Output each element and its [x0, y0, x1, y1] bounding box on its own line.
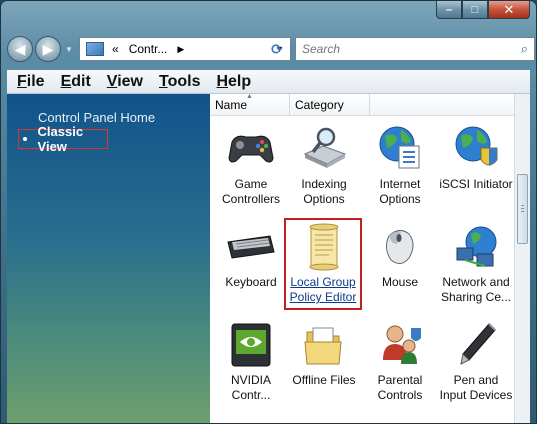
search-box[interactable]: ⌕: [295, 37, 535, 61]
search-icon[interactable]: ⌕: [521, 41, 528, 57]
item-game-controllers[interactable]: Game Controllers: [212, 124, 290, 207]
item-label-line2: Policy Editor: [289, 290, 357, 304]
item-label-line2: Input Devices: [439, 388, 513, 402]
menu-edit[interactable]: Edit: [61, 73, 91, 91]
recent-pages-dropdown[interactable]: ▼: [65, 45, 73, 54]
bullet-icon: [23, 137, 27, 141]
item-label-line1: Indexing: [301, 177, 347, 191]
gamepad-icon: [226, 124, 276, 174]
item-label-line2: Options: [303, 192, 345, 206]
item-pen-input-devices[interactable]: Pen and Input Devices: [437, 320, 515, 403]
maximize-button[interactable]: □: [462, 1, 488, 19]
item-label-line1: Mouse: [381, 275, 419, 289]
item-label-line2: Controllers: [221, 192, 281, 206]
address-arrow-icon[interactable]: ▶: [177, 44, 184, 55]
column-name-label: Name: [215, 98, 248, 112]
item-label-line2: Contr...: [231, 388, 271, 402]
item-label-line1: NVIDIA: [230, 373, 271, 387]
close-button[interactable]: ✕: [488, 1, 530, 19]
search-input[interactable]: [302, 42, 502, 56]
item-internet-options[interactable]: Internet Options: [361, 124, 439, 207]
column-category[interactable]: Category: [290, 94, 370, 116]
thumb-grip: [521, 211, 524, 212]
item-mouse[interactable]: Mouse: [361, 222, 439, 290]
sort-ascending-icon: ▲: [246, 93, 253, 100]
address-chevron[interactable]: «: [112, 42, 119, 56]
back-button[interactable]: ◀: [7, 36, 33, 62]
item-network-sharing-center[interactable]: Network and Sharing Ce...: [437, 222, 515, 305]
item-indexing-options[interactable]: Indexing Options: [285, 124, 363, 207]
keyboard-icon: [226, 222, 276, 272]
item-label-line1: Keyboard: [225, 275, 277, 289]
nvidia-icon: [226, 320, 276, 370]
column-name[interactable]: ▲ Name: [210, 93, 290, 116]
parental-icon: [375, 320, 425, 370]
control-panel-icon: [86, 42, 104, 56]
control-panel-home-link[interactable]: Control Panel Home: [38, 110, 155, 125]
classic-view-label: Classic View: [37, 124, 84, 154]
address-bar[interactable]: « Contr... ▶ ▼: [79, 37, 291, 61]
menu-view[interactable]: View: [107, 73, 143, 91]
indexing-icon: [299, 124, 349, 174]
address-text[interactable]: Contr...: [129, 42, 168, 56]
globe-icon: [375, 124, 425, 174]
column-headers: ▲ Name Category: [210, 93, 514, 116]
forward-button[interactable]: ▶: [35, 36, 61, 62]
mouse-icon: [375, 222, 425, 272]
item-label-line1: Network and: [442, 275, 510, 289]
menu-tools[interactable]: Tools: [159, 73, 200, 91]
folder-icon: [299, 320, 349, 370]
thumb-grip: [521, 205, 524, 206]
item-label-line1: iSCSI Initiator: [439, 177, 513, 191]
vertical-scrollbar[interactable]: [514, 94, 530, 423]
item-label-line2: Options: [379, 192, 421, 206]
item-parental-controls[interactable]: Parental Controls: [361, 320, 439, 403]
item-label-line1: Internet: [379, 177, 421, 191]
menu-bar: File Edit View Tools Help: [7, 70, 530, 94]
item-keyboard[interactable]: Keyboard: [212, 222, 290, 290]
classic-view-link[interactable]: Classic View: [18, 124, 108, 154]
item-label-line1: Game: [234, 177, 268, 191]
scroll-icon: [298, 222, 348, 272]
thumb-grip: [521, 208, 524, 209]
item-label-line2: Sharing Ce...: [440, 290, 512, 304]
item-iscsi-initiator[interactable]: iSCSI Initiator: [437, 124, 515, 192]
content-pane: ▲ Name Category Game Controllers Indexin…: [210, 93, 530, 423]
item-offline-files[interactable]: Offline Files: [285, 320, 363, 388]
navigation-bar: ◀ ▶ ▼ « Contr... ▶ ▼ ⟳ ⌕: [7, 31, 535, 67]
item-local-group-policy-editor[interactable]: Local Group Policy Editor: [284, 218, 362, 310]
pen-icon: [451, 320, 501, 370]
network-icon: [451, 222, 501, 272]
item-label-line1: Parental: [377, 373, 423, 387]
scrollbar-thumb[interactable]: [517, 174, 528, 244]
item-label-line1: Local Group: [290, 275, 356, 289]
explorer-window: – □ ✕ ◀ ▶ ▼ « Contr... ▶ ▼ ⟳ ⌕ File Edit…: [0, 0, 537, 424]
iscsi-icon: [451, 124, 501, 174]
item-nvidia-control-panel[interactable]: NVIDIA Contr...: [212, 320, 290, 403]
item-label-line1: Offline Files: [292, 373, 356, 387]
minimize-button[interactable]: –: [436, 1, 462, 19]
caption-buttons: – □ ✕: [436, 1, 530, 19]
refresh-icon[interactable]: ⟳: [265, 38, 289, 60]
column-category-label: Category: [295, 98, 344, 112]
menu-help[interactable]: Help: [216, 73, 251, 91]
item-label-line1: Pen and: [453, 373, 499, 387]
task-pane: Control Panel Home Classic View: [7, 94, 210, 423]
menu-file[interactable]: File: [17, 73, 45, 91]
item-label-line2: Controls: [377, 388, 423, 402]
